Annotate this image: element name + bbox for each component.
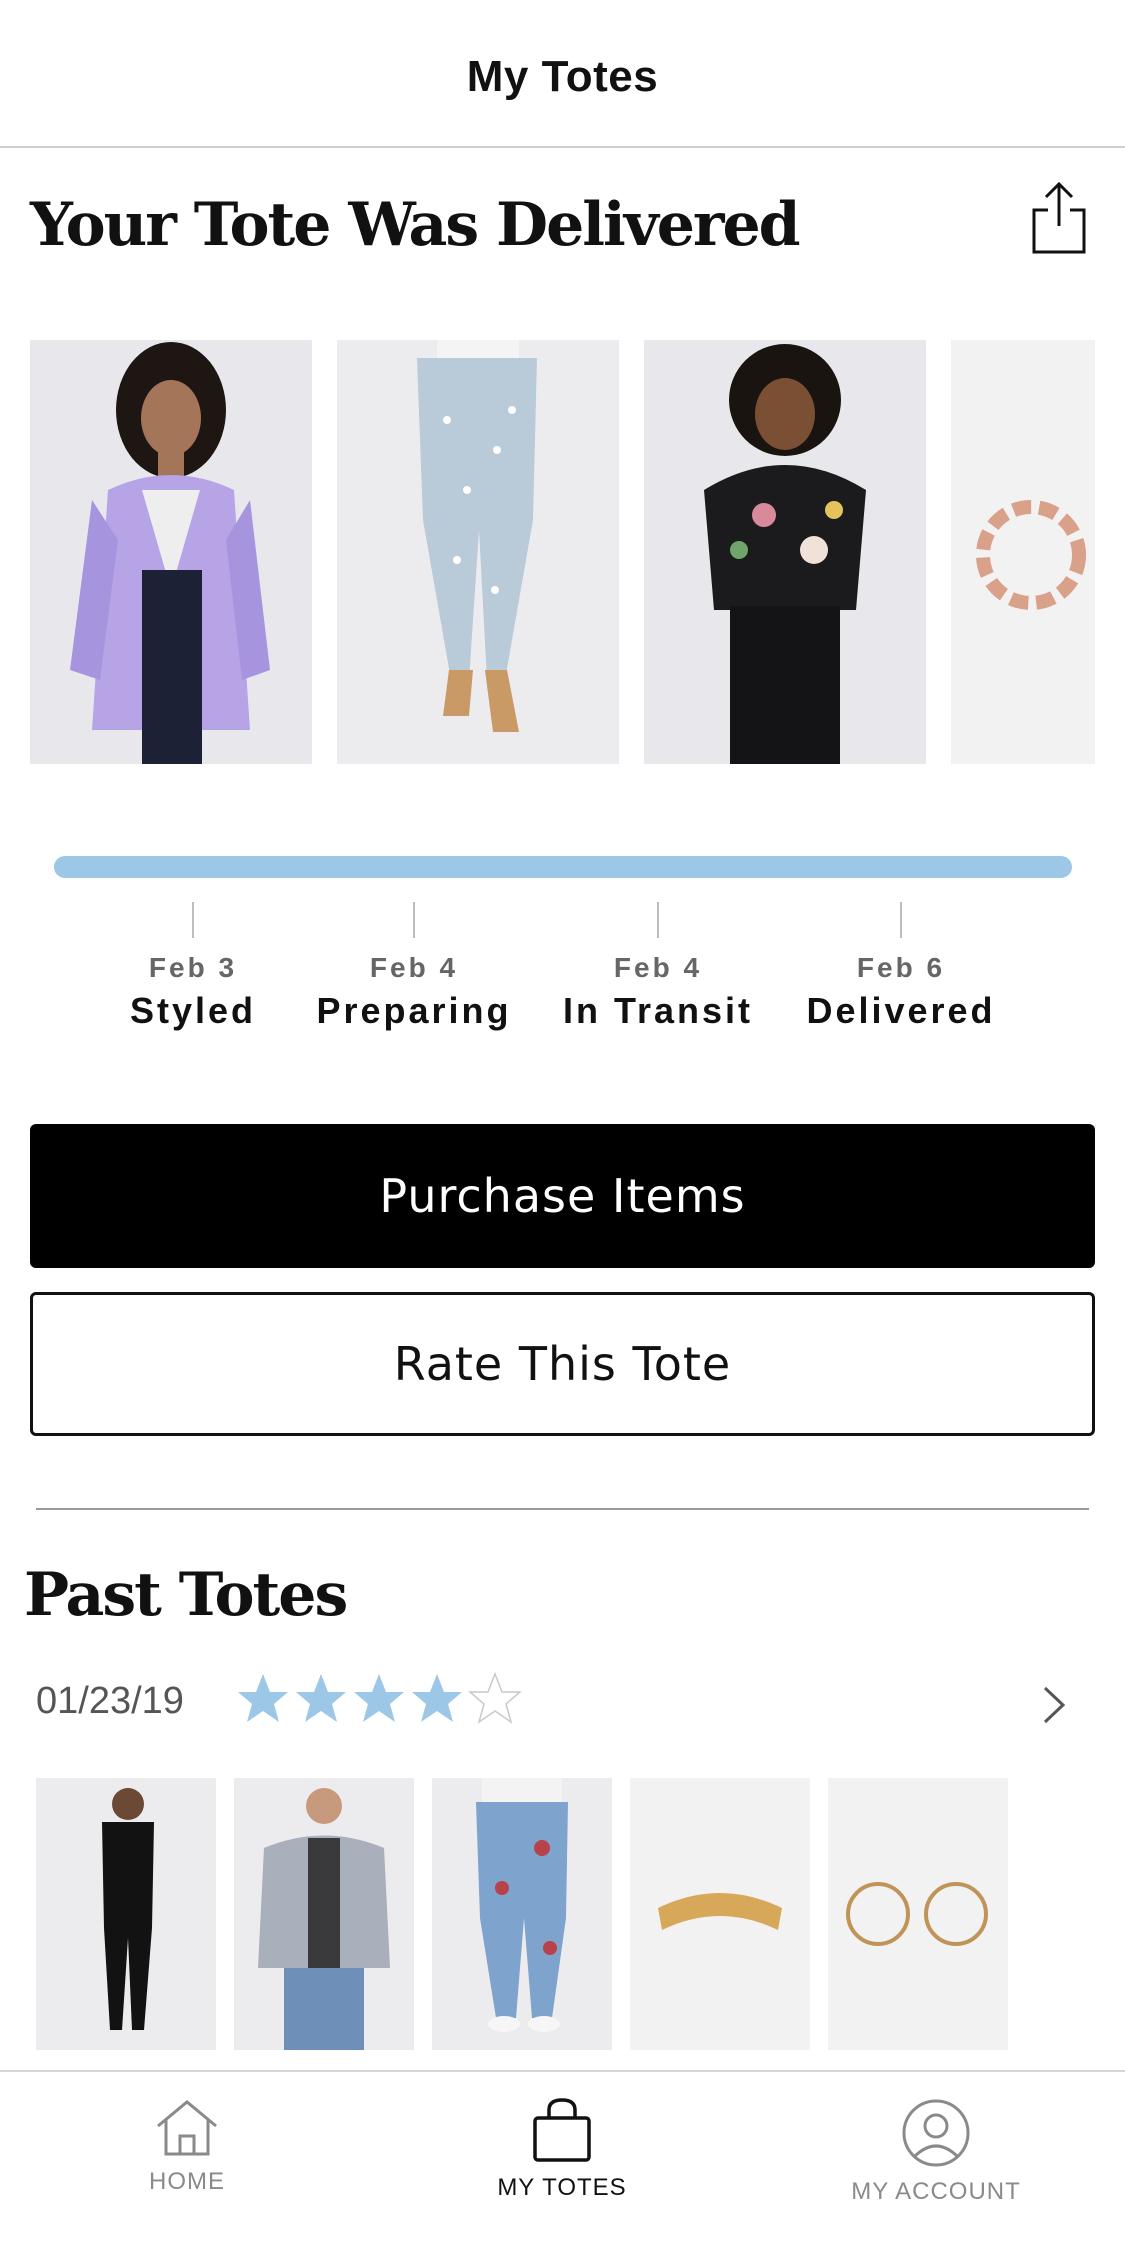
past-item-embroidered-jeans[interactable]	[432, 1778, 612, 2050]
tote-bag-icon	[533, 2098, 591, 2162]
delivery-progress-bar	[54, 856, 1072, 878]
star-filled-icon	[412, 1674, 462, 1722]
page-title: My Totes	[466, 52, 659, 101]
tab-label: HOME	[149, 2168, 225, 2195]
product-image-lavender-blazer[interactable]	[30, 340, 312, 764]
product-image-floral-sweater[interactable]	[644, 340, 926, 764]
tote-status-heading: Your Tote Was Delivered	[30, 190, 801, 260]
rate-tote-button[interactable]: Rate This Tote	[30, 1292, 1095, 1436]
step-label: In Transit	[562, 990, 754, 1031]
star-rating	[236, 1670, 522, 1740]
account-avatar-icon	[902, 2099, 970, 2167]
bottom-tab-bar: HOME MY TOTES MY ACCOUNT	[0, 2070, 1125, 2246]
tab-my-account[interactable]: MY ACCOUNT	[806, 2098, 1066, 2206]
product-image-floral-jeans[interactable]	[337, 340, 619, 764]
past-item-grey-jacket[interactable]	[234, 1778, 414, 2050]
past-tote-date: 01/23/19	[36, 1680, 184, 1722]
step-label: Preparing	[316, 990, 512, 1031]
progress-step-preparing: Feb 4 Preparing	[294, 902, 534, 1032]
step-date: Feb 4	[369, 952, 459, 983]
past-item-gold-hoops[interactable]	[828, 1778, 1008, 2050]
top-nav-bar: My Totes	[0, 0, 1125, 148]
past-tote-items[interactable]	[36, 1778, 1089, 2050]
step-date: Feb 4	[613, 952, 703, 983]
product-image-tortoise-hoop-earrings[interactable]	[951, 340, 1095, 764]
step-label: Delivered	[806, 990, 996, 1031]
step-date: Feb 3	[148, 952, 238, 983]
tab-home[interactable]: HOME	[57, 2098, 317, 2196]
tab-label: MY TOTES	[497, 2174, 627, 2201]
step-label: Styled	[129, 990, 257, 1031]
star-filled-icon	[238, 1674, 288, 1722]
share-icon	[1032, 181, 1086, 254]
past-totes-heading: Past Totes	[24, 1560, 348, 1630]
tote-items-carousel[interactable]	[30, 340, 1095, 764]
section-divider	[36, 1508, 1089, 1510]
share-button[interactable]	[1028, 180, 1090, 256]
past-item-jumpsuit[interactable]	[36, 1778, 216, 2050]
progress-step-in-transit: Feb 4 In Transit	[538, 902, 778, 1032]
progress-step-styled: Feb 3 Styled	[73, 902, 313, 1032]
home-icon	[157, 2100, 217, 2156]
past-item-gold-cuff[interactable]	[630, 1778, 810, 2050]
star-filled-icon	[354, 1674, 404, 1722]
star-empty-icon	[468, 1671, 522, 1724]
step-date: Feb 6	[856, 952, 946, 983]
past-tote-row[interactable]: 01/23/19	[36, 1670, 1089, 1740]
star-filled-icon	[296, 1674, 346, 1722]
progress-step-delivered: Feb 6 Delivered	[781, 902, 1021, 1032]
purchase-items-button[interactable]: Purchase Items	[30, 1124, 1095, 1268]
tab-label: MY ACCOUNT	[851, 2178, 1021, 2205]
chevron-right-icon[interactable]	[1039, 1684, 1069, 1726]
tab-my-totes[interactable]: MY TOTES	[432, 2098, 692, 2202]
